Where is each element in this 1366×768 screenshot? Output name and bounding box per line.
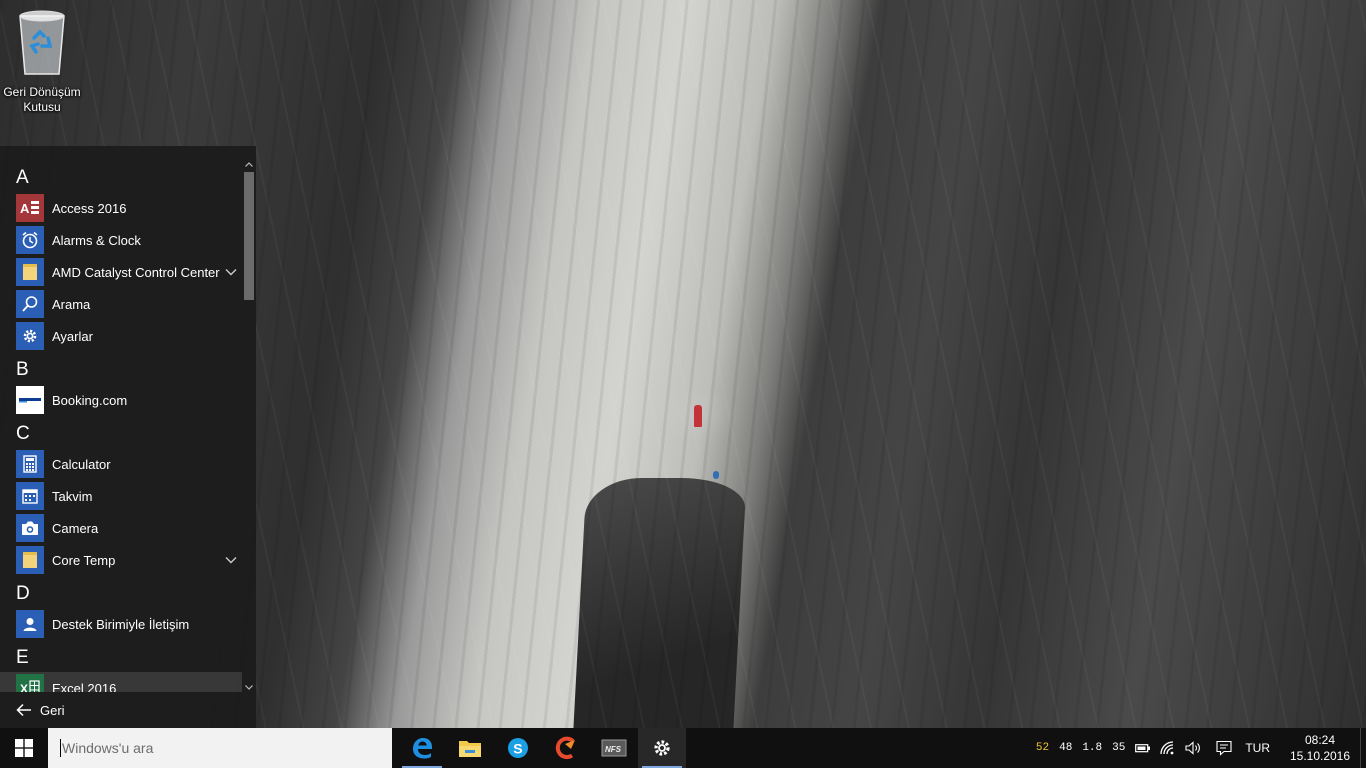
folder-icon	[16, 258, 44, 286]
app-label: Camera	[52, 520, 99, 536]
svg-text:A: A	[20, 201, 30, 216]
svg-text:NFS: NFS	[605, 745, 622, 754]
clock-date: 15.10.2016	[1289, 749, 1351, 763]
taskbar-app-ccleaner[interactable]	[542, 728, 590, 768]
app-core-temp[interactable]: Core Temp	[0, 544, 242, 576]
search-placeholder: Windows'u ara	[62, 740, 154, 756]
camera-icon	[16, 514, 44, 542]
all-apps-list: A A Access 2016 Alarms & Clock AMD Catal…	[0, 160, 242, 692]
app-label: Booking.com	[52, 392, 128, 408]
app-label: AMD Catalyst Control Center	[52, 264, 220, 280]
app-label: Calculator	[52, 456, 111, 472]
core-temp-reading[interactable]: 52	[1036, 742, 1049, 754]
app-arama[interactable]: Arama	[0, 288, 242, 320]
taskbar-app-edge[interactable]	[398, 728, 446, 768]
taskbar-clock[interactable]: 08:24 15.10.2016	[1284, 732, 1356, 764]
wallpaper-boulder	[573, 478, 747, 728]
wallpaper-climber-belayer	[713, 471, 719, 479]
recycle-bin-icon	[14, 8, 70, 76]
taskbar-app-skype[interactable]: S	[494, 728, 542, 768]
calculator-icon	[16, 450, 44, 478]
clock-time: 08:24	[1304, 733, 1336, 747]
taskbar-search-input[interactable]: Windows'u ara	[48, 728, 392, 768]
app-excel-2016[interactable]: X Excel 2016	[0, 672, 242, 692]
svg-text:S: S	[513, 741, 522, 757]
app-ayarlar[interactable]: Ayarlar	[0, 320, 242, 352]
group-header-e[interactable]: E	[0, 640, 242, 672]
app-calculator[interactable]: Calculator	[0, 448, 242, 480]
app-label: Access 2016	[52, 200, 127, 216]
text-caret	[60, 739, 61, 757]
nfs-icon: NFS	[601, 739, 627, 757]
battery-icon[interactable]	[1135, 740, 1151, 756]
desktop-icon-label: Geri Dönüşüm Kutusu	[3, 85, 81, 114]
taskbar-app-nfs[interactable]: NFS	[590, 728, 638, 768]
folder-icon	[16, 546, 44, 574]
chevron-down-icon[interactable]	[224, 265, 238, 279]
wifi-icon[interactable]	[1160, 740, 1176, 756]
app-label: Destek Birimiyle İletişim	[52, 616, 190, 632]
skype-icon: S	[508, 738, 528, 758]
file-explorer-icon	[459, 741, 481, 757]
core-temp-reading[interactable]: 1.8	[1082, 742, 1102, 754]
scroll-down-arrow-icon[interactable]	[244, 682, 254, 692]
group-header-a[interactable]: A	[0, 160, 242, 192]
app-destek-birimiyle-iletisim[interactable]: Destek Birimiyle İletişim	[0, 608, 242, 640]
booking-icon	[16, 386, 44, 414]
taskbar-pinned-apps: S NFS	[398, 728, 686, 768]
group-header-d[interactable]: D	[0, 576, 242, 608]
scroll-up-arrow-icon[interactable]	[244, 160, 254, 170]
group-header-b[interactable]: B	[0, 352, 242, 384]
app-label: Excel 2016	[52, 680, 117, 693]
excel-icon: X	[16, 674, 44, 692]
app-list-scrollbar[interactable]	[242, 160, 256, 692]
start-menu: A A Access 2016 Alarms & Clock AMD Catal…	[0, 146, 256, 728]
app-booking[interactable]: Booking.com	[0, 384, 242, 416]
show-desktop-button[interactable]	[1360, 728, 1366, 768]
app-label: Core Temp	[52, 552, 116, 568]
edge-icon	[413, 738, 432, 759]
taskbar: Windows'u ara S NFS 52 48 1.8 35 TUR 08:…	[0, 728, 1366, 768]
app-label: Ayarlar	[52, 328, 93, 344]
back-label: Geri	[40, 702, 65, 718]
windows-logo-icon	[15, 739, 33, 757]
app-label: Takvim	[52, 488, 93, 504]
chevron-down-icon[interactable]	[224, 553, 238, 567]
volume-icon[interactable]	[1185, 740, 1201, 756]
taskbar-app-file-explorer[interactable]	[446, 728, 494, 768]
calendar-icon	[16, 482, 44, 510]
app-label: Arama	[52, 296, 91, 312]
core-temp-reading[interactable]: 48	[1059, 742, 1072, 754]
svg-text:X: X	[20, 682, 28, 692]
app-camera[interactable]: Camera	[0, 512, 242, 544]
system-tray: 52 48 1.8 35 TUR 08:24 15.10.2016	[1036, 728, 1366, 768]
ccleaner-icon	[555, 736, 575, 760]
app-access-2016[interactable]: A Access 2016	[0, 192, 242, 224]
action-center-icon[interactable]	[1216, 740, 1232, 756]
contact-support-icon	[16, 610, 44, 638]
input-language[interactable]: TUR	[1245, 741, 1270, 755]
app-alarms-clock[interactable]: Alarms & Clock	[0, 224, 242, 256]
scrollbar-thumb[interactable]	[244, 172, 254, 300]
alarm-clock-icon	[16, 226, 44, 254]
app-takvim[interactable]: Takvim	[0, 480, 242, 512]
arrow-left-icon	[16, 703, 31, 717]
start-button[interactable]	[0, 728, 48, 768]
access-icon: A	[16, 194, 44, 222]
gear-icon	[16, 322, 44, 350]
core-temp-reading[interactable]: 35	[1112, 742, 1125, 754]
group-header-c[interactable]: C	[0, 416, 242, 448]
app-amd-catalyst[interactable]: AMD Catalyst Control Center	[0, 256, 242, 288]
taskbar-app-settings[interactable]	[638, 728, 686, 768]
app-label: Alarms & Clock	[52, 232, 141, 248]
back-button[interactable]: Geri	[0, 692, 256, 728]
search-icon	[16, 290, 44, 318]
gear-icon	[654, 740, 670, 756]
wallpaper-climber	[694, 405, 702, 427]
desktop-icon-recycle-bin[interactable]: Geri Dönüşüm Kutusu	[2, 8, 82, 118]
